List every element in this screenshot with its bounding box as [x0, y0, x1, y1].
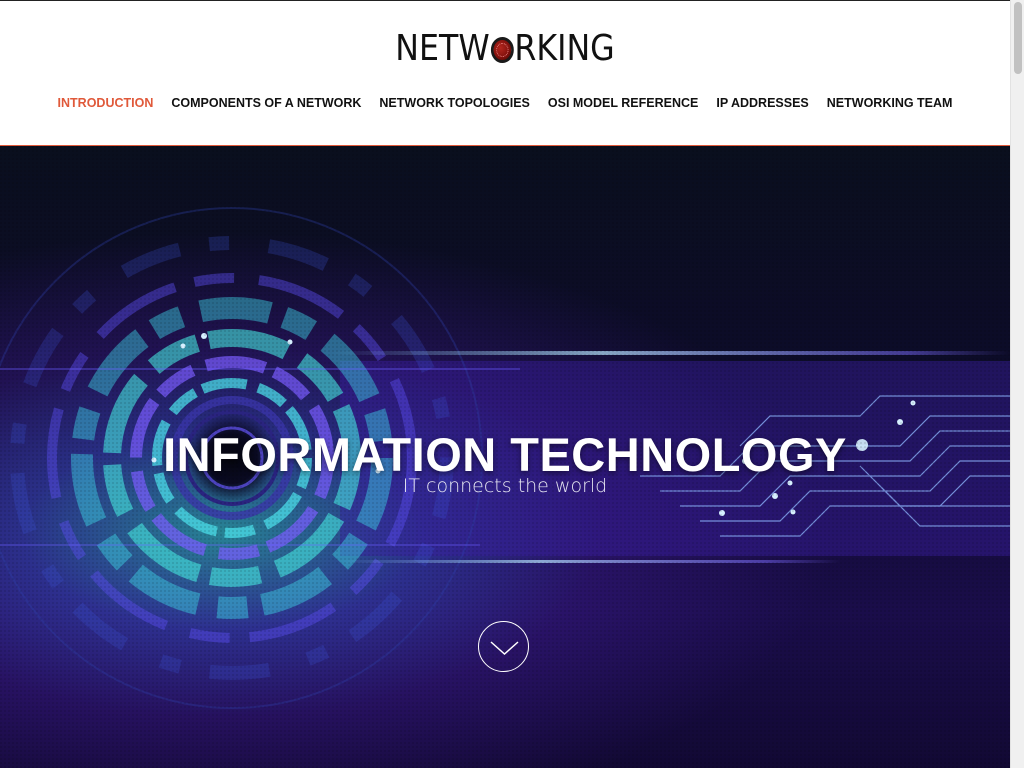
- page-scrollbar[interactable]: [1010, 0, 1024, 768]
- site-logo[interactable]: NETW RKING: [61, 27, 950, 71]
- chevron-down-icon: [490, 641, 519, 656]
- hero-subtitle: IT connects the world: [402, 475, 608, 497]
- scrollbar-thumb[interactable]: [1014, 2, 1022, 74]
- nav-item-introduction[interactable]: INTRODUCTION: [58, 94, 154, 112]
- nav-item-ip-addresses[interactable]: IP ADDRESSES: [716, 94, 808, 112]
- nav-item-osi-model-reference[interactable]: OSI MODEL REFERENCE: [548, 94, 698, 112]
- scroll-down-button[interactable]: [478, 621, 529, 672]
- main-nav: INTRODUCTION COMPONENTS OF A NETWORK NET…: [0, 94, 1010, 112]
- nav-item-network-topologies[interactable]: NETWORK TOPOLOGIES: [379, 94, 529, 112]
- globe-icon: [490, 37, 514, 63]
- nav-item-components-of-a-network[interactable]: COMPONENTS OF A NETWORK: [171, 94, 361, 112]
- logo-text-start: NETW: [395, 28, 490, 69]
- hero-banner: INFORMATION TECHNOLOGY IT connects the w…: [0, 146, 1010, 768]
- page: NETW RKING INTRODUCTION COMPONENTS OF A N…: [0, 0, 1024, 768]
- nav-item-networking-team[interactable]: NETWORKING TEAM: [827, 94, 953, 112]
- logo-text-end: RKING: [514, 28, 615, 69]
- site-header: NETW RKING INTRODUCTION COMPONENTS OF A N…: [0, 0, 1010, 147]
